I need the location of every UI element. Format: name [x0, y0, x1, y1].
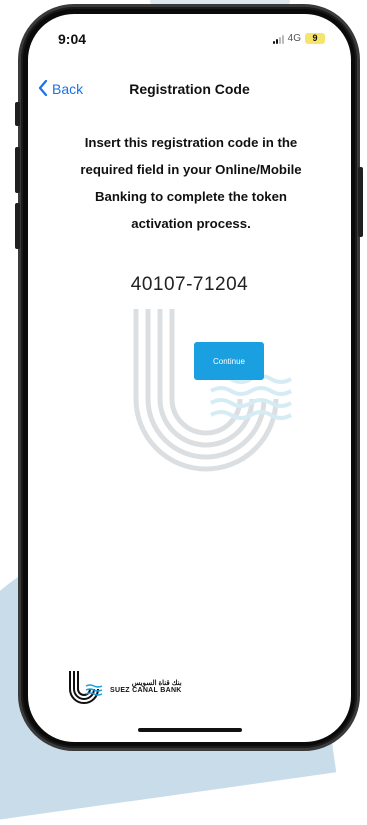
navigation-bar: Back Registration Code: [28, 74, 351, 104]
registration-code: 40107-71204: [130, 274, 249, 295]
network-label: 4G: [287, 33, 301, 44]
bank-name-english: SUEZ CANAL BANK: [110, 687, 182, 694]
phone-side-button: [358, 167, 363, 237]
signal-icon: [272, 34, 284, 44]
bank-logo: بنك قناة السويس SUEZ CANAL BANK: [66, 669, 182, 705]
bank-name: بنك قناة السويس SUEZ CANAL BANK: [110, 680, 182, 694]
bank-logo-watermark: [133, 309, 293, 472]
phone-side-button: [15, 102, 20, 126]
phone-side-button: [15, 203, 20, 249]
battery-icon: 9: [305, 33, 325, 44]
bank-name-arabic: بنك قناة السويس: [131, 680, 182, 687]
status-time: 9:04: [58, 31, 87, 47]
continue-button[interactable]: Continue: [194, 342, 264, 380]
instruction-text: Insert this registration code in the req…: [80, 135, 302, 231]
phone-screen: 9:04 4G 9 Back Registration Code Insert …: [28, 14, 351, 742]
page-title: Registration Code: [129, 81, 250, 97]
bank-logo-icon: [69, 671, 103, 704]
status-bar: 9:04 4G 9: [28, 14, 351, 58]
status-indicators: 4G 9: [272, 33, 325, 44]
phone-side-button: [15, 147, 20, 193]
home-indicator[interactable]: [138, 728, 242, 732]
